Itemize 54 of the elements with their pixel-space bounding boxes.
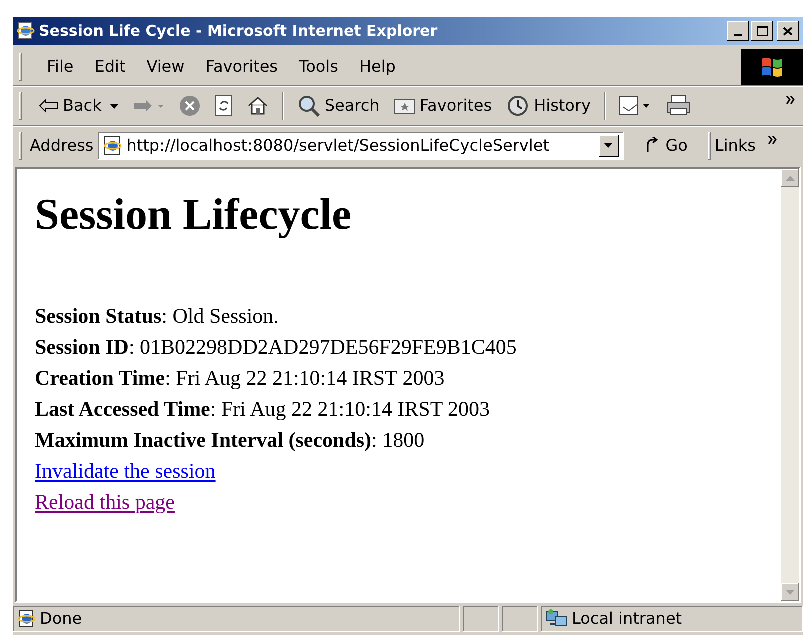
window-title: Session Life Cycle - Microsoft Internet Explorer bbox=[39, 20, 439, 42]
dropdown-button[interactable] bbox=[598, 134, 619, 156]
caret-icon bbox=[110, 104, 119, 108]
status-panel: Done bbox=[13, 606, 460, 632]
info-line: Last Accessed Time: Fri Aug 22 21:10:14 IRST 2003 bbox=[35, 396, 492, 423]
close-button[interactable] bbox=[777, 21, 799, 41]
browser-icon bbox=[17, 22, 35, 40]
history-button[interactable]: History bbox=[501, 90, 596, 122]
scroll-down-button[interactable] bbox=[781, 583, 799, 601]
status-panel bbox=[463, 606, 499, 632]
info-line: Maximum Inactive Interval (seconds): 1800 bbox=[35, 427, 426, 454]
go-button[interactable]: Go bbox=[636, 134, 696, 158]
house-icon bbox=[246, 96, 269, 116]
menu-item[interactable]: Help bbox=[350, 54, 405, 78]
network-icon bbox=[546, 609, 568, 629]
maximize-button[interactable] bbox=[751, 21, 773, 41]
menu-item[interactable]: Tools bbox=[290, 54, 348, 78]
down-arrow-icon bbox=[786, 590, 794, 594]
up-arrow-icon bbox=[786, 176, 794, 180]
back-button[interactable]: Back bbox=[34, 90, 124, 122]
chevron-icon[interactable] bbox=[786, 96, 795, 104]
clock-icon bbox=[506, 95, 530, 117]
refresh-icon bbox=[214, 95, 233, 117]
page-link[interactable]: Invalidate the session bbox=[35, 456, 216, 487]
windows-logo bbox=[741, 48, 803, 84]
menu-item[interactable]: View bbox=[138, 54, 194, 78]
address-label: Address bbox=[30, 134, 94, 156]
printer-icon bbox=[667, 95, 692, 117]
links-button[interactable]: Links bbox=[714, 134, 756, 158]
info-line: Session Status: Old Session. bbox=[35, 303, 280, 330]
zone-panel: Local intranet bbox=[541, 606, 803, 632]
menu-item[interactable]: Edit bbox=[86, 54, 135, 78]
minimize-button[interactable] bbox=[727, 21, 749, 41]
address-field[interactable]: http://localhost:8080/servlet/SessionLifeCycleServlet bbox=[98, 132, 624, 160]
forward-arrow-icon bbox=[132, 99, 165, 113]
info-line: Creation Time: Fri Aug 22 21:10:14 IRST 2003 bbox=[35, 365, 446, 392]
search-button[interactable]: Search bbox=[292, 90, 385, 122]
caret-icon bbox=[604, 143, 614, 148]
scroll-up-button[interactable] bbox=[781, 169, 799, 187]
status-panel bbox=[502, 606, 538, 632]
chevron-icon[interactable] bbox=[768, 136, 778, 144]
scrollbar[interactable] bbox=[781, 169, 799, 601]
page-link[interactable]: Reload this page bbox=[35, 487, 175, 518]
menu-item[interactable]: File bbox=[38, 54, 83, 78]
page-icon bbox=[102, 136, 123, 156]
favorites-button[interactable]: Favorites bbox=[388, 90, 498, 122]
menu-item[interactable]: Favorites bbox=[196, 54, 288, 78]
back-arrow-icon bbox=[39, 99, 59, 113]
info-line: Session ID: 01B02298DD2AD297DE56F29FE9B1C405 bbox=[35, 334, 518, 361]
page-heading: Session Lifecycle bbox=[35, 189, 353, 241]
close-icon bbox=[783, 26, 793, 36]
magnifier-icon bbox=[296, 95, 321, 117]
stop-icon bbox=[178, 95, 201, 117]
page-icon bbox=[18, 610, 36, 628]
